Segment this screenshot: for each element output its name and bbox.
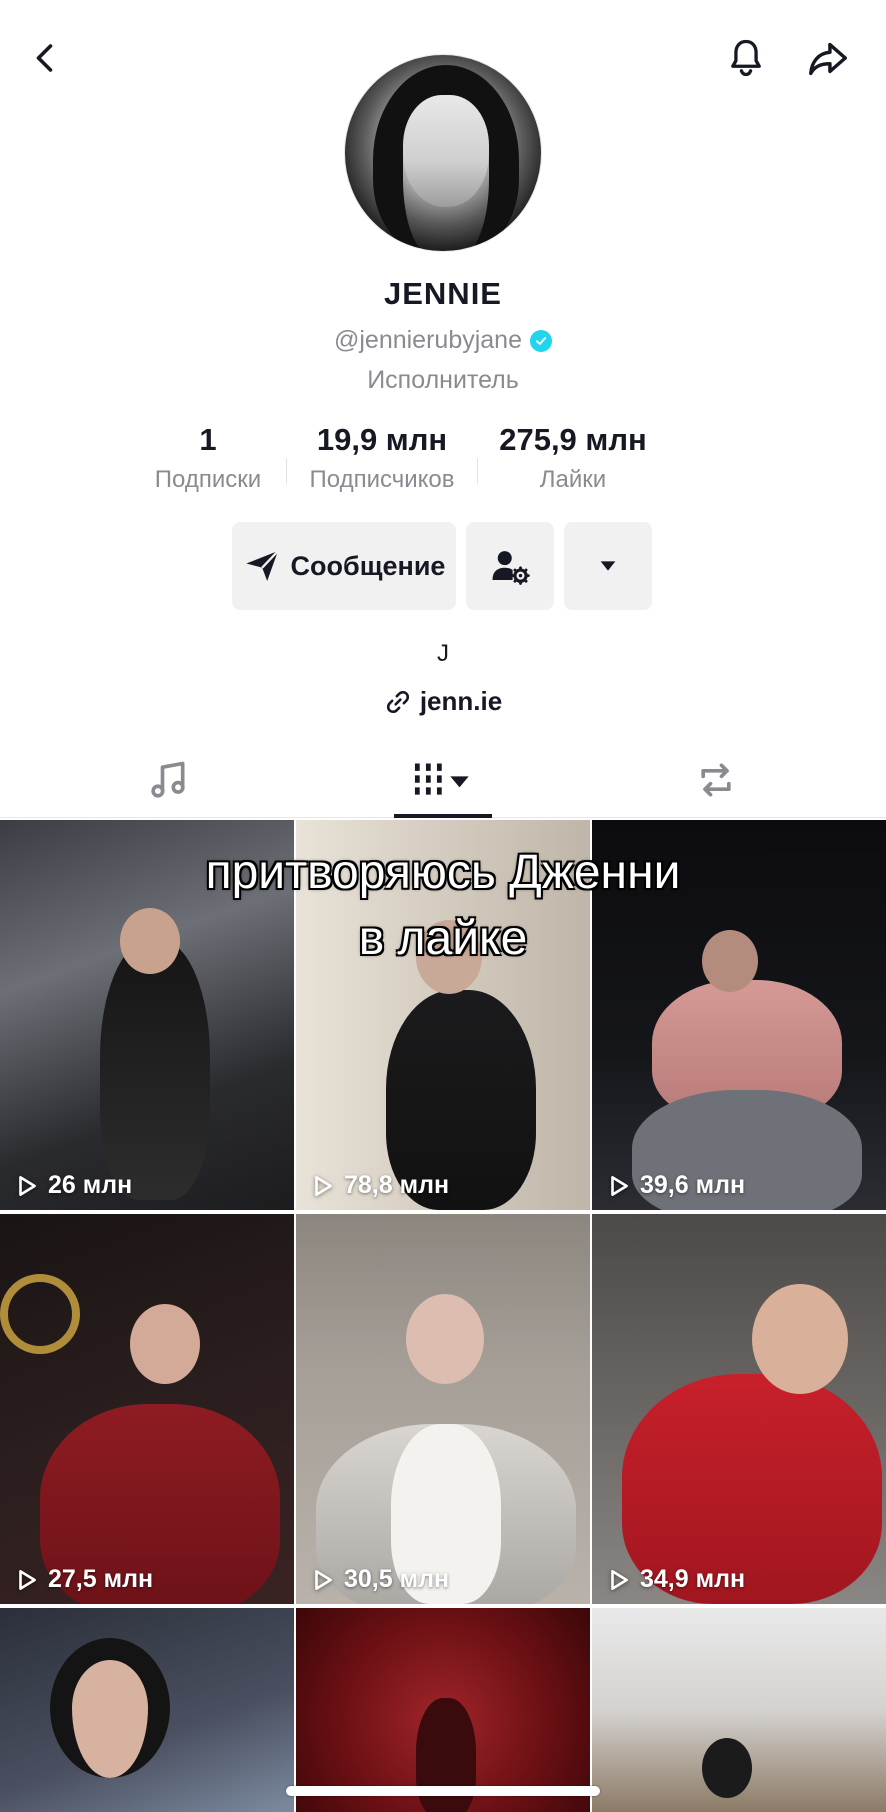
play-icon	[19, 1569, 36, 1590]
send-icon	[245, 550, 279, 581]
play-icon	[611, 1175, 628, 1196]
view-count-text: 27,5 млн	[48, 1565, 154, 1593]
notifications-button[interactable]	[714, 26, 778, 90]
avatar-face-shape	[403, 95, 489, 207]
view-count: 27,5 млн	[14, 1565, 153, 1594]
profile-bio: J	[437, 640, 449, 667]
stat-value: 275,9 млн	[499, 422, 647, 457]
stat-value: 1	[199, 422, 217, 457]
verified-badge-icon	[530, 329, 552, 352]
view-count: 78,8 млн	[310, 1171, 449, 1200]
caption-line-2: в лайке	[358, 912, 528, 965]
user-settings-icon	[492, 551, 530, 585]
home-indicator[interactable]	[286, 1786, 600, 1796]
profile-link-text: jenn.ie	[419, 686, 503, 716]
username-row: @jennierubyjane	[0, 326, 886, 355]
caption-line-1: притворяюсь Дженни	[205, 846, 681, 899]
back-button[interactable]	[14, 26, 78, 90]
play-icon	[315, 1175, 332, 1196]
person-head	[130, 1304, 200, 1384]
profile-username: @jennierubyjane	[333, 326, 522, 354]
manage-friend-button[interactable]	[466, 522, 554, 610]
music-note-icon	[151, 761, 185, 798]
link-icon	[386, 690, 409, 713]
trophy-shape	[0, 1274, 80, 1354]
view-count: 30,5 млн	[310, 1565, 449, 1594]
profile-link[interactable]: jenn.ie	[0, 686, 886, 717]
stat-label: Лайки	[539, 466, 607, 493]
view-count: 39,6 млн	[606, 1171, 745, 1200]
caret-down-icon	[600, 561, 616, 571]
view-count: 34,9 млн	[606, 1565, 745, 1594]
video-thumbnail[interactable]	[296, 1608, 590, 1812]
view-count-text: 39,6 млн	[640, 1171, 746, 1199]
grid-videos-icon	[414, 763, 469, 797]
tab-videos[interactable]	[394, 742, 492, 818]
profile-name: JENNIE	[384, 276, 502, 311]
video-thumbnail[interactable]	[592, 1608, 886, 1812]
video-thumbnail[interactable]: 27,5 млн	[0, 1214, 294, 1604]
view-count-text: 26 млн	[48, 1171, 133, 1199]
person-silhouette	[100, 940, 210, 1200]
video-caption-overlay: притворяюсь Дженни в лайке	[0, 840, 886, 972]
content-tabs	[0, 742, 886, 818]
play-icon	[19, 1175, 36, 1196]
profile-avatar[interactable]	[344, 54, 542, 252]
stat-value: 19,9 млн	[316, 422, 448, 457]
profile-category: Исполнитель	[367, 366, 519, 394]
play-icon	[315, 1569, 332, 1590]
profile-stats: 1 Подписки 19,9 млн Подписчиков 275,9 мл…	[155, 422, 740, 502]
profile-actions: Сообщение	[232, 522, 652, 612]
message-button[interactable]: Сообщение	[232, 522, 456, 610]
stat-likes[interactable]: 275,9 млн Лайки	[478, 422, 668, 502]
stat-label: Подписчиков	[309, 466, 455, 493]
active-tab-indicator	[394, 814, 492, 818]
view-count-text: 30,5 млн	[344, 1565, 450, 1593]
tab-reposts[interactable]	[676, 742, 756, 818]
message-button-label: Сообщение	[290, 550, 446, 581]
person-head	[406, 1294, 484, 1384]
person-head	[50, 1638, 170, 1778]
stat-followers[interactable]: 19,9 млн Подписчиков	[287, 422, 477, 502]
person-head	[752, 1284, 848, 1394]
person-head	[702, 1738, 752, 1798]
tab-sounds[interactable]	[128, 742, 208, 818]
video-thumbnail[interactable]: 34,9 млн	[592, 1214, 886, 1604]
play-icon	[611, 1569, 628, 1590]
stat-label: Подписки	[154, 466, 262, 493]
chevron-left-icon	[36, 44, 53, 72]
repost-icon	[701, 763, 731, 797]
share-arrow-icon	[809, 42, 847, 76]
view-count: 26 млн	[14, 1171, 132, 1200]
video-thumbnail[interactable]: 30,5 млн	[296, 1214, 590, 1604]
stat-following[interactable]: 1 Подписки	[130, 422, 286, 502]
share-button[interactable]	[796, 26, 860, 90]
view-count-text: 78,8 млн	[344, 1171, 450, 1199]
more-options-button[interactable]	[564, 522, 652, 610]
view-count-text: 34,9 млн	[640, 1565, 746, 1593]
video-thumbnail[interactable]	[0, 1608, 294, 1812]
bell-icon	[731, 39, 761, 77]
